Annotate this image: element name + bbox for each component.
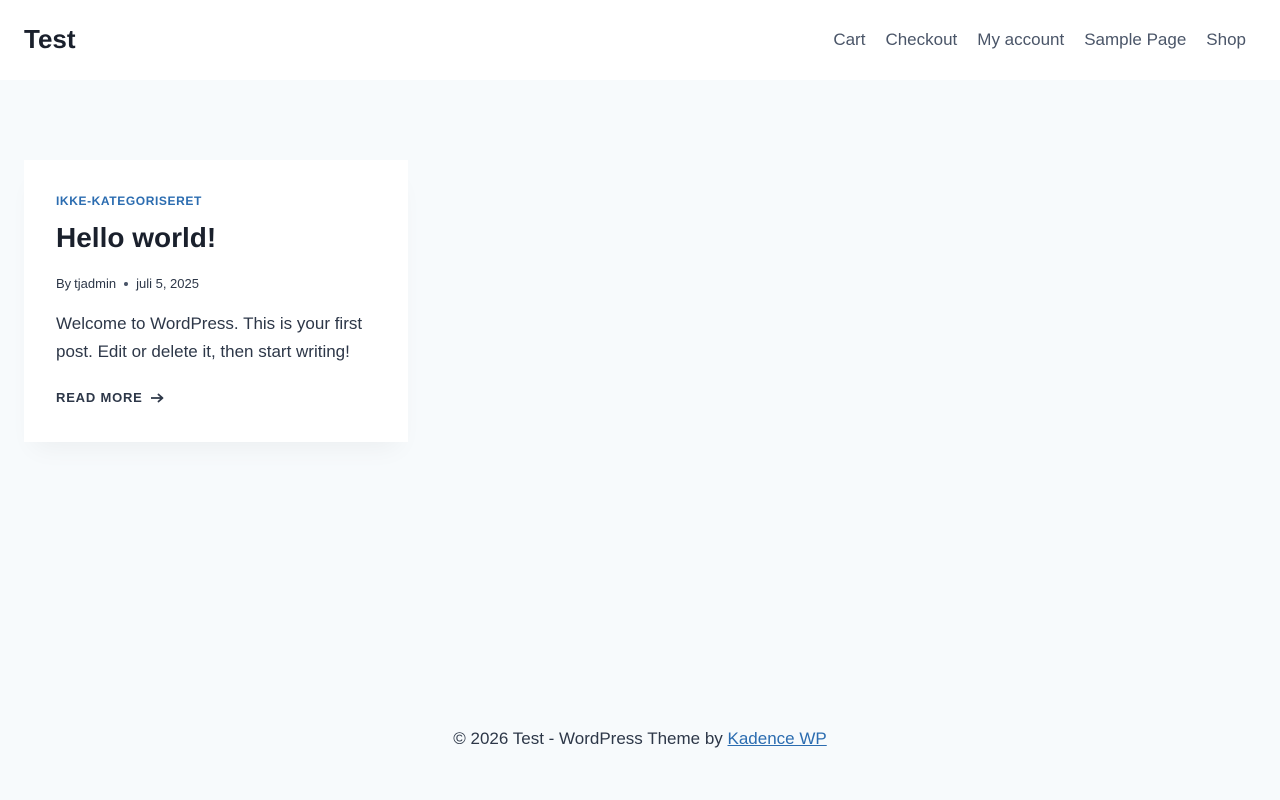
by-label: By bbox=[56, 276, 72, 291]
post-card: IKKE-KATEGORISERET Hello world! By tjadm… bbox=[24, 160, 408, 442]
read-more-label: READ MORE bbox=[56, 390, 143, 405]
nav-item-cart[interactable]: Cart bbox=[823, 28, 875, 52]
footer-copyright: © 2026 Test - WordPress Theme by bbox=[453, 729, 728, 748]
site-header: Test Cart Checkout My account Sample Pag… bbox=[0, 0, 1280, 80]
footer-theme-link[interactable]: Kadence WP bbox=[728, 729, 827, 748]
meta-separator-dot bbox=[124, 282, 129, 286]
post-category-link[interactable]: IKKE-KATEGORISERET bbox=[56, 194, 202, 208]
post-meta: By tjadmin juli 5, 2025 bbox=[56, 275, 199, 293]
nav-item-checkout[interactable]: Checkout bbox=[875, 28, 967, 52]
post-date: juli 5, 2025 bbox=[136, 276, 199, 291]
primary-nav: Cart Checkout My account Sample Page Sho… bbox=[823, 0, 1256, 80]
post-title-link[interactable]: Hello world! bbox=[56, 220, 216, 256]
arrow-right-icon bbox=[150, 393, 164, 403]
site-title-link[interactable]: Test bbox=[24, 22, 76, 56]
nav-item-shop[interactable]: Shop bbox=[1196, 28, 1256, 52]
nav-item-my-account[interactable]: My account bbox=[967, 28, 1074, 52]
post-excerpt: Welcome to WordPress. This is your first… bbox=[56, 314, 363, 361]
nav-item-sample-page[interactable]: Sample Page bbox=[1074, 28, 1196, 52]
post-author-link[interactable]: tjadmin bbox=[74, 275, 116, 293]
read-more-link[interactable]: READ MORE bbox=[56, 389, 164, 407]
site-footer: © 2026 Test - WordPress Theme by Kadence… bbox=[0, 726, 1280, 752]
